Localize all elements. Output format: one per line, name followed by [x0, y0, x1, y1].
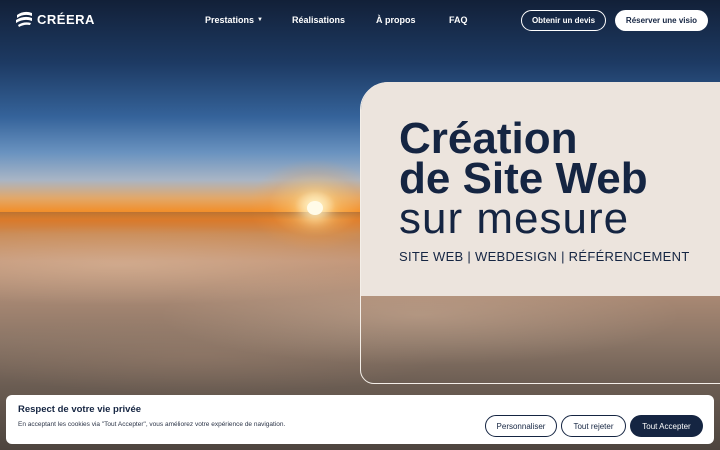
reject-all-button[interactable]: Tout rejeter [561, 415, 626, 437]
nav-a-propos[interactable]: À propos [376, 15, 416, 25]
get-quote-button[interactable]: Obtenir un devis [521, 10, 606, 31]
cookie-title: Respect de votre vie privée [18, 404, 142, 415]
sun [307, 201, 323, 215]
logo-text: CRÉERA [37, 11, 95, 27]
hero-tagline: SITE WEB | WEBDESIGN | RÉFÉRENCEMENT [399, 249, 690, 264]
nav-a-propos-label: À propos [376, 15, 416, 25]
hero-card: Création de Site Web sur mesure SITE WEB… [361, 82, 720, 296]
cookie-text: En acceptant les cookies via "Tout Accep… [18, 421, 286, 428]
hero-title: Création de Site Web sur mesure [399, 114, 648, 243]
reject-all-label: Tout rejeter [573, 421, 614, 431]
hero-title-line2: de Site Web [399, 154, 648, 203]
nav-prestations-label: Prestations [205, 15, 255, 25]
customize-cookies-button[interactable]: Personnaliser [485, 415, 557, 437]
nav-faq[interactable]: FAQ [449, 15, 468, 25]
nav-realisations-label: Réalisations [292, 15, 346, 25]
site-header: CRÉERA Prestations ▼ Réalisations À prop… [0, 0, 720, 42]
customize-cookies-label: Personnaliser [496, 421, 546, 431]
book-visio-button[interactable]: Réserver une visio [615, 10, 708, 31]
accept-all-button[interactable]: Tout Accepter [630, 415, 703, 437]
nav-realisations[interactable]: Réalisations [292, 15, 345, 25]
accept-all-label: Tout Accepter [642, 421, 691, 431]
logo-icon [16, 11, 32, 27]
book-visio-label: Réserver une visio [625, 16, 698, 25]
chevron-down-icon: ▼ [257, 17, 263, 23]
get-quote-label: Obtenir un devis [531, 16, 596, 25]
nav-prestations[interactable]: Prestations ▼ [205, 15, 263, 25]
logo[interactable]: CRÉERA [15, 10, 95, 28]
cookie-banner: Respect de votre vie privée En acceptant… [6, 395, 714, 444]
hero-title-line3: sur mesure [399, 194, 630, 243]
hero-title-line1: Création [399, 114, 578, 163]
nav-faq-label: FAQ [449, 15, 468, 25]
